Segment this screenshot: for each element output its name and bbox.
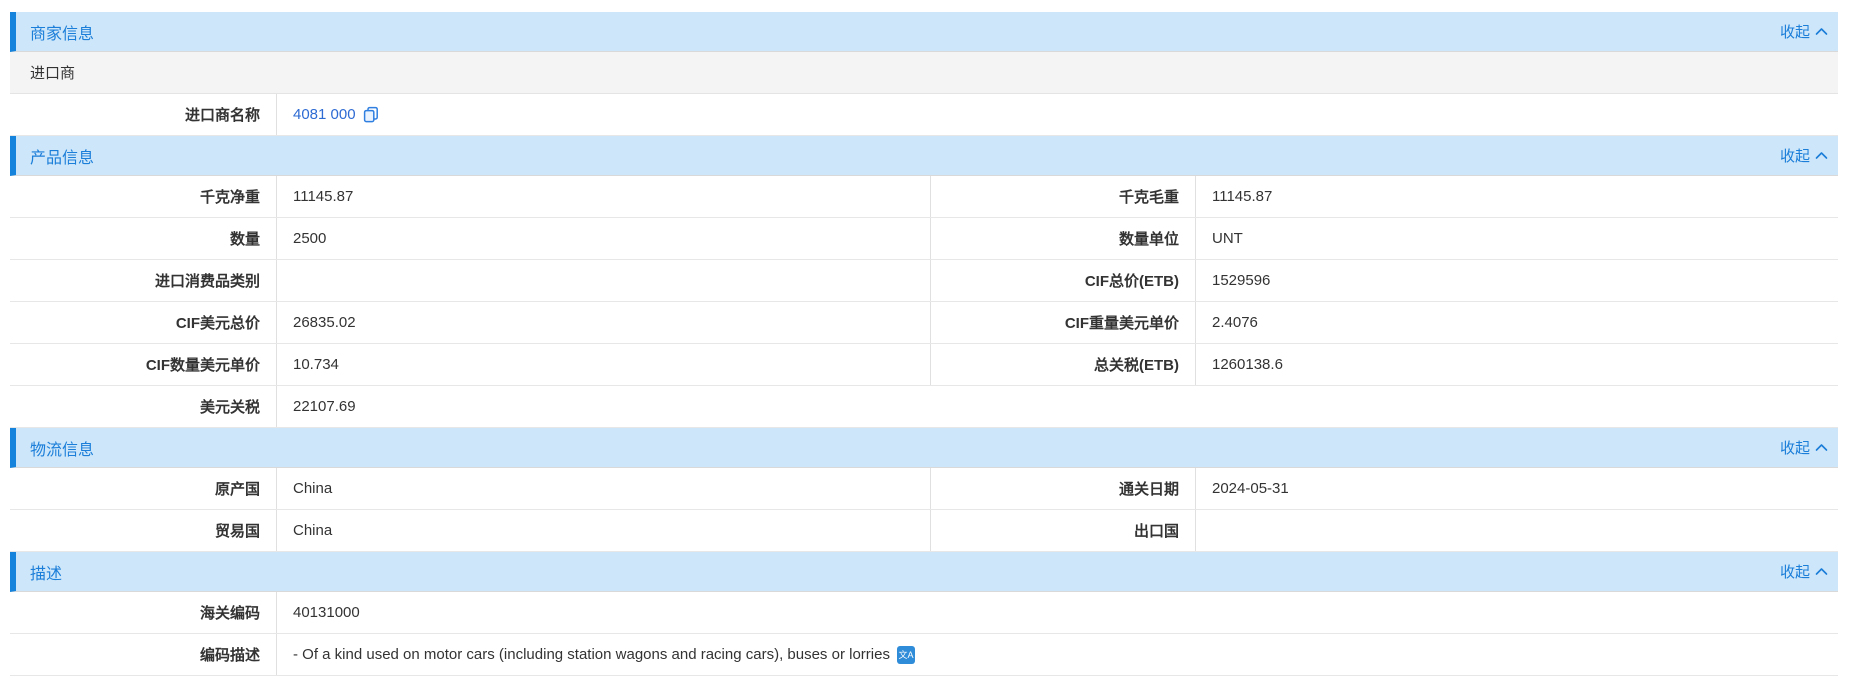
section-title: 描述 — [30, 560, 62, 584]
table-row: 数量 2500 数量单位 UNT — [10, 218, 1838, 260]
collapse-label: 收起 — [1780, 561, 1810, 582]
field-value: China — [277, 510, 931, 551]
table-row: 原产国 China 通关日期 2024-05-31 — [10, 468, 1838, 510]
field-value: 1529596 — [1196, 260, 1838, 301]
collapse-label: 收起 — [1780, 21, 1810, 42]
importer-link[interactable]: 4081 000 — [293, 106, 356, 123]
table-row: 进口商名称 4081 000 — [10, 94, 1838, 136]
subheader-row: 进口商 — [10, 52, 1838, 94]
field-value-text: 1529596 — [1212, 272, 1270, 289]
field-label: 贸易国 — [10, 510, 277, 551]
field-label: 美元关税 — [10, 386, 277, 427]
chevron-up-icon — [1815, 567, 1828, 576]
field-value-text: China — [293, 522, 332, 539]
field-value: 2.4076 — [1196, 302, 1838, 343]
field-label: CIF重量美元单价 — [931, 302, 1196, 343]
field-value-text: 2.4076 — [1212, 314, 1258, 331]
table-row: 进口消费品类别 CIF总价(ETB) 1529596 — [10, 260, 1838, 302]
field-label: CIF数量美元单价 — [10, 344, 277, 385]
field-value-text: 11145.87 — [1212, 188, 1272, 205]
field-label: 进口商名称 — [10, 94, 277, 135]
field-value-text: China — [293, 480, 332, 497]
field-value: 40131000 — [277, 592, 1838, 633]
section-header: 物流信息 收起 — [10, 428, 1838, 468]
field-label: 数量单位 — [931, 218, 1196, 259]
collapse-button[interactable]: 收起 — [1780, 437, 1828, 458]
field-value-text: 11145.87 — [293, 188, 353, 205]
section: 物流信息 收起原产国 China 通关日期 2024-05-31 贸易国 China 出口国 — [10, 428, 1838, 552]
field-value: 2024-05-31 — [1196, 468, 1838, 509]
field-value: 11145.87 — [277, 176, 931, 217]
field-value: 26835.02 — [277, 302, 931, 343]
field-value: UNT — [1196, 218, 1838, 259]
field-value: 22107.69 — [277, 386, 1838, 427]
collapse-button[interactable]: 收起 — [1780, 21, 1828, 42]
section-title: 物流信息 — [30, 436, 94, 460]
field-value-text: - Of a kind used on motor cars (includin… — [293, 646, 890, 663]
section-title: 商家信息 — [30, 20, 94, 44]
field-label: 海关编码 — [10, 592, 277, 633]
section: 描述 收起海关编码 40131000 编码描述 - Of a kind used on … — [10, 552, 1838, 676]
page: 商家信息收起进口商进口商名称4081 000产品信息收起千克净重11145.87… — [0, 0, 1858, 676]
field-value-text: 2024-05-31 — [1212, 480, 1289, 497]
field-value-text: 1260138.6 — [1212, 356, 1283, 373]
field-value-text: 40131000 — [293, 604, 360, 621]
translate-icon[interactable]: 文A — [897, 646, 915, 664]
field-label: CIF总价(ETB) — [931, 260, 1196, 301]
field-value: 1260138.6 — [1196, 344, 1838, 385]
chevron-up-icon — [1815, 27, 1828, 36]
table-row: 编码描述 - Of a kind used on motor cars (incl… — [10, 634, 1838, 676]
field-value: 11145.87 — [1196, 176, 1838, 217]
field-label: 出口国 — [931, 510, 1196, 551]
field-label: 千克净重 — [10, 176, 277, 217]
chevron-up-icon — [1815, 151, 1828, 160]
field-value-text: 10.734 — [293, 356, 339, 373]
field-label: 总关税(ETB) — [931, 344, 1196, 385]
chevron-up-icon — [1815, 443, 1828, 452]
table-row: 美元关税 22107.69 — [10, 386, 1838, 428]
table-row: 海关编码 40131000 — [10, 592, 1838, 634]
field-value: 4081 000 — [277, 94, 1838, 135]
field-label: 通关日期 — [931, 468, 1196, 509]
field-label: 原产国 — [10, 468, 277, 509]
field-value — [277, 260, 931, 301]
subheader-label: 进口商 — [30, 62, 75, 83]
field-label: 千克毛重 — [931, 176, 1196, 217]
field-value — [1196, 510, 1838, 551]
field-value: - Of a kind used on motor cars (includin… — [277, 634, 1838, 675]
collapse-button[interactable]: 收起 — [1780, 561, 1828, 582]
field-value: 10.734 — [277, 344, 931, 385]
section-header: 描述 收起 — [10, 552, 1838, 592]
field-label: CIF美元总价 — [10, 302, 277, 343]
field-label: 进口消费品类别 — [10, 260, 277, 301]
field-value: China — [277, 468, 931, 509]
collapse-label: 收起 — [1780, 437, 1810, 458]
field-label: 编码描述 — [10, 634, 277, 675]
field-value-text: 26835.02 — [293, 314, 356, 331]
table-row: CIF美元总价 26835.02 CIF重量美元单价 2.4076 — [10, 302, 1838, 344]
collapse-label: 收起 — [1780, 145, 1810, 166]
table-row: 贸易国 China 出口国 — [10, 510, 1838, 552]
field-value-text: 22107.69 — [293, 398, 356, 415]
table-row: 千克净重 11145.87 千克毛重 11145.87 — [10, 176, 1838, 218]
collapse-button[interactable]: 收起 — [1780, 145, 1828, 166]
section: 产品信息 收起千克净重 11145.87 千克毛重 11145.87 数量 2500 数量单位… — [10, 136, 1838, 428]
section: 商家信息 收起进口商进口商名称 4081 000 — [10, 12, 1838, 136]
field-value-text: UNT — [1212, 230, 1243, 247]
field-value: 2500 — [277, 218, 931, 259]
copy-icon[interactable] — [363, 106, 379, 123]
field-label: 数量 — [10, 218, 277, 259]
field-value-text: 2500 — [293, 230, 326, 247]
section-title: 产品信息 — [30, 144, 94, 168]
section-header: 产品信息 收起 — [10, 136, 1838, 176]
section-header: 商家信息 收起 — [10, 12, 1838, 52]
table-row: CIF数量美元单价 10.734 总关税(ETB) 1260138.6 — [10, 344, 1838, 386]
